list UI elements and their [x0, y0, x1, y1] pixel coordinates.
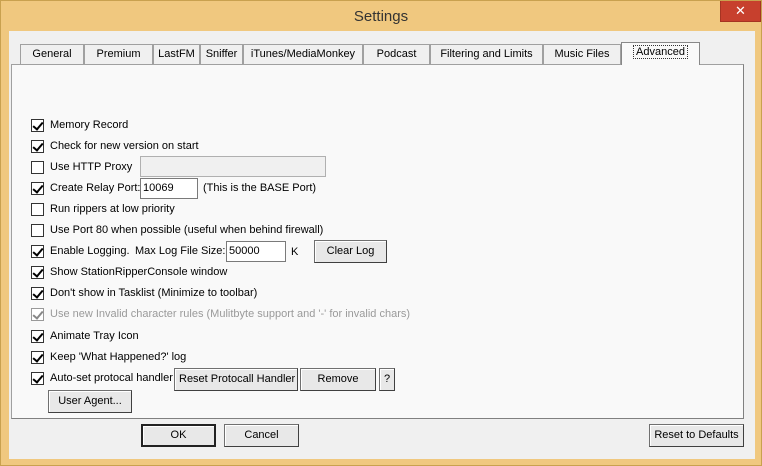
tab-music-files[interactable]: Music Files: [543, 44, 621, 64]
show-console-label: Show StationRipperConsole window: [50, 266, 228, 278]
protocol-handler-label: Auto-set protocal handler: [50, 372, 173, 384]
memory-record-checkbox[interactable]: [31, 119, 44, 132]
low-priority-checkbox[interactable]: [31, 203, 44, 216]
relay-port-note: (This is the BASE Port): [203, 182, 317, 194]
keep-log-label: Keep 'What Happened?' log: [50, 351, 187, 363]
settings-window: Settings ✕ General Premium LastFM Sniffe…: [0, 0, 762, 466]
tab-premium[interactable]: Premium: [84, 44, 153, 64]
user-agent-button[interactable]: User Agent...: [48, 390, 132, 413]
tab-podcast[interactable]: Podcast: [363, 44, 430, 64]
keep-log-checkbox[interactable]: [31, 351, 44, 364]
close-button[interactable]: ✕: [720, 1, 761, 22]
reset-to-defaults-button[interactable]: Reset to Defaults: [649, 424, 744, 447]
port80-label: Use Port 80 when possible (useful when b…: [50, 224, 324, 236]
clear-log-button[interactable]: Clear Log: [314, 240, 387, 263]
max-log-size-unit: K: [291, 246, 299, 258]
dialog-client-area: General Premium LastFM Sniffer iTunes/Me…: [9, 31, 755, 459]
max-log-size-input[interactable]: 50000: [226, 241, 286, 262]
invalid-chars-label: Use new Invalid character rules (Mulitby…: [50, 308, 411, 320]
check-version-checkbox[interactable]: [31, 140, 44, 153]
advanced-tab-panel: Memory Record Check for new version on s…: [11, 64, 744, 419]
tab-lastfm[interactable]: LastFM: [153, 44, 200, 64]
invalid-chars-checkbox: [31, 308, 44, 321]
port80-checkbox[interactable]: [31, 224, 44, 237]
relay-port-label: Create Relay Port:: [50, 182, 141, 194]
cancel-button[interactable]: Cancel: [224, 424, 299, 447]
http-proxy-label: Use HTTP Proxy: [50, 161, 133, 173]
http-proxy-checkbox[interactable]: [31, 161, 44, 174]
low-priority-label: Run rippers at low priority: [50, 203, 175, 215]
remove-protocol-handler-button[interactable]: Remove: [300, 368, 376, 391]
tab-filtering-limits[interactable]: Filtering and Limits: [430, 44, 543, 64]
ok-button[interactable]: OK: [141, 424, 216, 447]
check-version-label: Check for new version on start: [50, 140, 199, 152]
tab-sniffer[interactable]: Sniffer: [200, 44, 243, 64]
tab-advanced-label: Advanced: [633, 45, 688, 59]
title-bar: Settings ✕: [1, 1, 761, 31]
window-title: Settings: [353, 8, 409, 25]
tab-itunes-mediamonkey[interactable]: iTunes/MediaMonkey: [243, 44, 363, 64]
max-log-size-label: Max Log File Size:: [135, 245, 226, 257]
no-tasklist-checkbox[interactable]: [31, 287, 44, 300]
relay-port-input[interactable]: 10069: [140, 178, 198, 199]
no-tasklist-label: Don't show in Tasklist (Minimize to tool…: [50, 287, 258, 299]
protocol-handler-checkbox[interactable]: [31, 372, 44, 385]
reset-protocol-handler-button[interactable]: Reset Protocall Handler: [174, 368, 298, 391]
show-console-checkbox[interactable]: [31, 266, 44, 279]
tab-general[interactable]: General: [20, 44, 84, 64]
memory-record-label: Memory Record: [50, 119, 129, 131]
logging-label: Enable Logging.: [50, 245, 130, 257]
protocol-help-button[interactable]: ?: [379, 368, 395, 391]
relay-port-checkbox[interactable]: [31, 182, 44, 195]
tab-advanced[interactable]: Advanced: [621, 42, 700, 65]
logging-checkbox[interactable]: [31, 245, 44, 258]
http-proxy-input[interactable]: [140, 156, 326, 177]
animate-tray-checkbox[interactable]: [31, 330, 44, 343]
animate-tray-label: Animate Tray Icon: [50, 330, 139, 342]
